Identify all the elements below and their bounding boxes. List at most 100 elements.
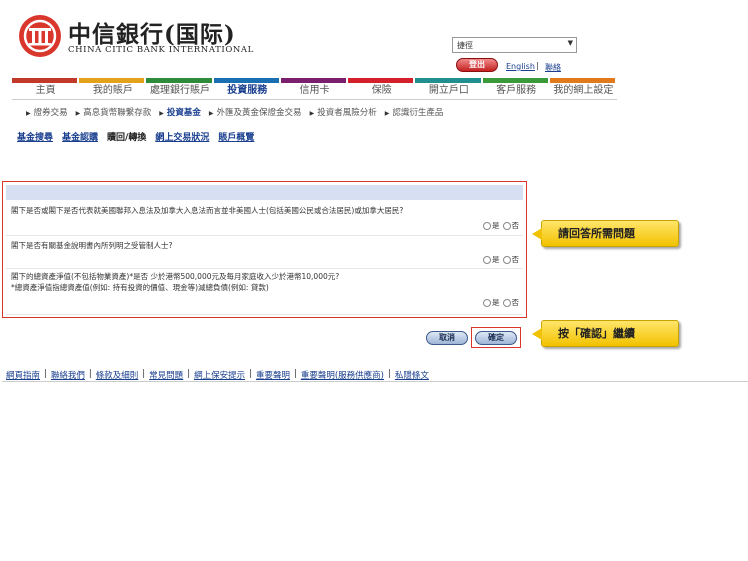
question-text: 閣下是否或閣下是否代表就美國聯邦入息法及加拿大入息法而言並非美國人士(包括美國公… [11, 205, 403, 216]
radio-no[interactable]: 否 [502, 297, 520, 308]
radio-yes[interactable]: 是 [483, 220, 500, 231]
question-line: 閣下是否或閣下是否代表就美國聯邦入息法及加拿大入息法而言並非美國人士(包括美國公… [11, 206, 404, 215]
radio-button-icon[interactable] [483, 222, 491, 230]
tab[interactable]: 基金搜尋 [17, 130, 53, 143]
radio-no-label: 否 [511, 255, 520, 264]
sub-navigation: ▶ 證券交易 ▶ 高息貨幣聯繫存款 ▶ 投資基金 ▶ 外匯及黃金保證金交易 ▶ 投資者風險分析 ▶ 認… [26, 106, 443, 118]
question-text: 閣下是否有關基金說明書內所列明之受管制人士? [11, 240, 172, 251]
radio-no[interactable]: 否 [502, 220, 520, 231]
footer-link[interactable]: 重要聲明(服務供應商) [301, 369, 384, 381]
footer-link[interactable]: 私隱條文 [395, 369, 429, 381]
radio-yes-label: 是 [492, 255, 500, 264]
chevron-down-icon: ▼ [567, 39, 573, 47]
radio-no[interactable]: 否 [502, 254, 520, 265]
nav-item[interactable]: 投資服務 [214, 83, 281, 99]
nav-item[interactable]: 信用卡 [281, 83, 348, 99]
footer-link[interactable]: 網上保安提示 [194, 369, 245, 381]
subnav-item-label: 高息貨幣聯繫存款 [83, 108, 152, 118]
callout-pointer [532, 228, 542, 240]
question-form: 閣下是否或閣下是否代表就美國聯邦入息法及加拿大入息法而言並非美國人士(包括美國公… [2, 181, 527, 318]
bank-name-english: CHINA CITIC BANK INTERNATIONAL [68, 45, 254, 55]
subnav-item-label: 投資者風險分析 [317, 108, 377, 118]
footer-divider [2, 381, 748, 382]
footer-separator: | [387, 369, 391, 379]
question-row: 閣下的總資產淨值(不包括物業資產)*是否 少於港幣500,000元及每月家庭收入… [6, 269, 523, 315]
triangle-right-icon: ▶ [208, 110, 214, 117]
main-navigation: 主頁 我的賬戶 處理銀行賬戶 投資服務 信用卡 保險 開立戶口 客戶服務 我的網上設定 [12, 83, 617, 99]
footer-separator: | [249, 369, 252, 379]
triangle-right-icon: ▶ [309, 110, 315, 117]
tab[interactable]: 贖回/轉換 [107, 130, 146, 143]
footer-link[interactable]: 網頁指南 [6, 369, 40, 381]
radio-yes[interactable]: 是 [483, 297, 500, 308]
radio-yes[interactable]: 是 [483, 254, 500, 265]
radio-no-label: 否 [511, 221, 520, 230]
question-text: 閣下的總資產淨值(不包括物業資產)*是否 少於港幣500,000元及每月家庭收入… [11, 271, 339, 293]
subnav-item[interactable]: ▶ 投資基金 [159, 106, 201, 118]
nav-item[interactable]: 保險 [348, 83, 415, 99]
question-row: 閣下是否有關基金說明書內所列明之受管制人士? 是否 [6, 236, 523, 269]
bank-logo[interactable]: 中信銀行(国际) CHINA CITIC BANK INTERNATIONAL [18, 14, 258, 58]
nav-divider [12, 99, 617, 100]
radio-button-icon[interactable] [483, 256, 491, 264]
bank-name-chinese: 中信銀行(国际) [68, 21, 236, 48]
radio-button-icon[interactable] [502, 299, 511, 307]
callout-pointer [532, 328, 542, 340]
subnav-item[interactable]: ▶ 認識衍生產品 [385, 106, 444, 118]
fund-tabs: 基金搜尋 基金認購 贖回/轉換 網上交易狀況 賬戶概覽 [17, 130, 254, 143]
footer-separator: | [187, 369, 191, 379]
tab[interactable]: 基金認購 [62, 130, 98, 143]
subnav-item[interactable]: ▶ 證券交易 [26, 106, 68, 118]
footer-link[interactable]: 常見問題 [149, 369, 183, 381]
question-row: 閣下是否或閣下是否代表就美國聯邦入息法及加拿大入息法而言並非美國人士(包括美國公… [6, 201, 523, 236]
logout-button[interactable]: 登出 [456, 58, 498, 72]
quick-link-select[interactable]: 捷徑 ▼ [452, 37, 577, 53]
question-line: 閣下是否有關基金說明書內所列明之受管制人士? [11, 241, 173, 250]
footer-separator: | [293, 369, 297, 379]
callout-answer-questions: 請回答所需問題 [532, 220, 679, 247]
footer-links: 網頁指南 | 聯絡我們 | 條款及細則 | 常見問題 | 網上保安提示 | 重要聲明 | 重要聲明(服務… [6, 369, 429, 381]
triangle-right-icon: ▶ [159, 110, 164, 117]
radio-button-icon[interactable] [483, 299, 491, 307]
nav-item[interactable]: 主頁 [12, 83, 79, 99]
contact-link[interactable]: 聯絡 [545, 62, 561, 73]
callout-press-confirm: 按「確認」繼續 [532, 320, 679, 347]
nav-item[interactable]: 開立戶口 [415, 83, 482, 99]
yes-no-radio-group: 是否 [483, 254, 519, 265]
form-header-bar [6, 185, 523, 200]
radio-no-label: 否 [511, 298, 520, 307]
quick-link-value: 捷徑 [457, 41, 473, 50]
yes-no-radio-group: 是否 [483, 220, 519, 231]
confirm-button[interactable]: 確定 [475, 331, 517, 345]
footer-separator: | [142, 369, 146, 379]
triangle-right-icon: ▶ [26, 110, 31, 117]
subnav-item-label: 投資基金 [166, 108, 201, 118]
footer-separator: | [88, 369, 92, 379]
subnav-item-label: 外匯及黃金保證金交易 [216, 108, 302, 118]
subnav-item[interactable]: ▶ 外匯及黃金保證金交易 [209, 106, 302, 118]
footer-link[interactable]: 聯絡我們 [51, 369, 85, 381]
language-link[interactable]: English [506, 62, 535, 71]
subnav-item[interactable]: ▶ 高息貨幣聯繫存款 [76, 106, 152, 118]
subnav-item-label: 認識衍生產品 [392, 108, 444, 118]
footer-link[interactable]: 條款及細則 [96, 369, 139, 381]
callout-text: 按「確認」繼續 [558, 327, 635, 340]
subnav-item[interactable]: ▶ 投資者風險分析 [310, 106, 377, 118]
radio-button-icon[interactable] [502, 256, 511, 264]
callout-text: 請回答所需問題 [558, 227, 635, 240]
nav-item[interactable]: 客戶服務 [483, 83, 550, 99]
tab[interactable]: 賬戶概覽 [218, 130, 254, 143]
header-separator: | [536, 61, 539, 70]
nav-item[interactable]: 我的網上設定 [550, 83, 617, 99]
cancel-button[interactable]: 取消 [426, 331, 468, 345]
citic-logo-icon [19, 15, 61, 57]
nav-item[interactable]: 處理銀行賬戶 [146, 83, 213, 99]
nav-item[interactable]: 我的賬戶 [79, 83, 146, 99]
radio-yes-label: 是 [492, 298, 500, 307]
question-note: *總資產淨值指總資產值(例如: 持有投資的價值、現金等)減總負債(例如: 貸款) [11, 283, 269, 292]
triangle-right-icon: ▶ [75, 110, 81, 117]
tab[interactable]: 網上交易狀況 [155, 130, 209, 143]
yes-no-radio-group: 是否 [483, 297, 519, 308]
footer-link[interactable]: 重要聲明 [256, 369, 290, 381]
radio-button-icon[interactable] [502, 222, 511, 230]
